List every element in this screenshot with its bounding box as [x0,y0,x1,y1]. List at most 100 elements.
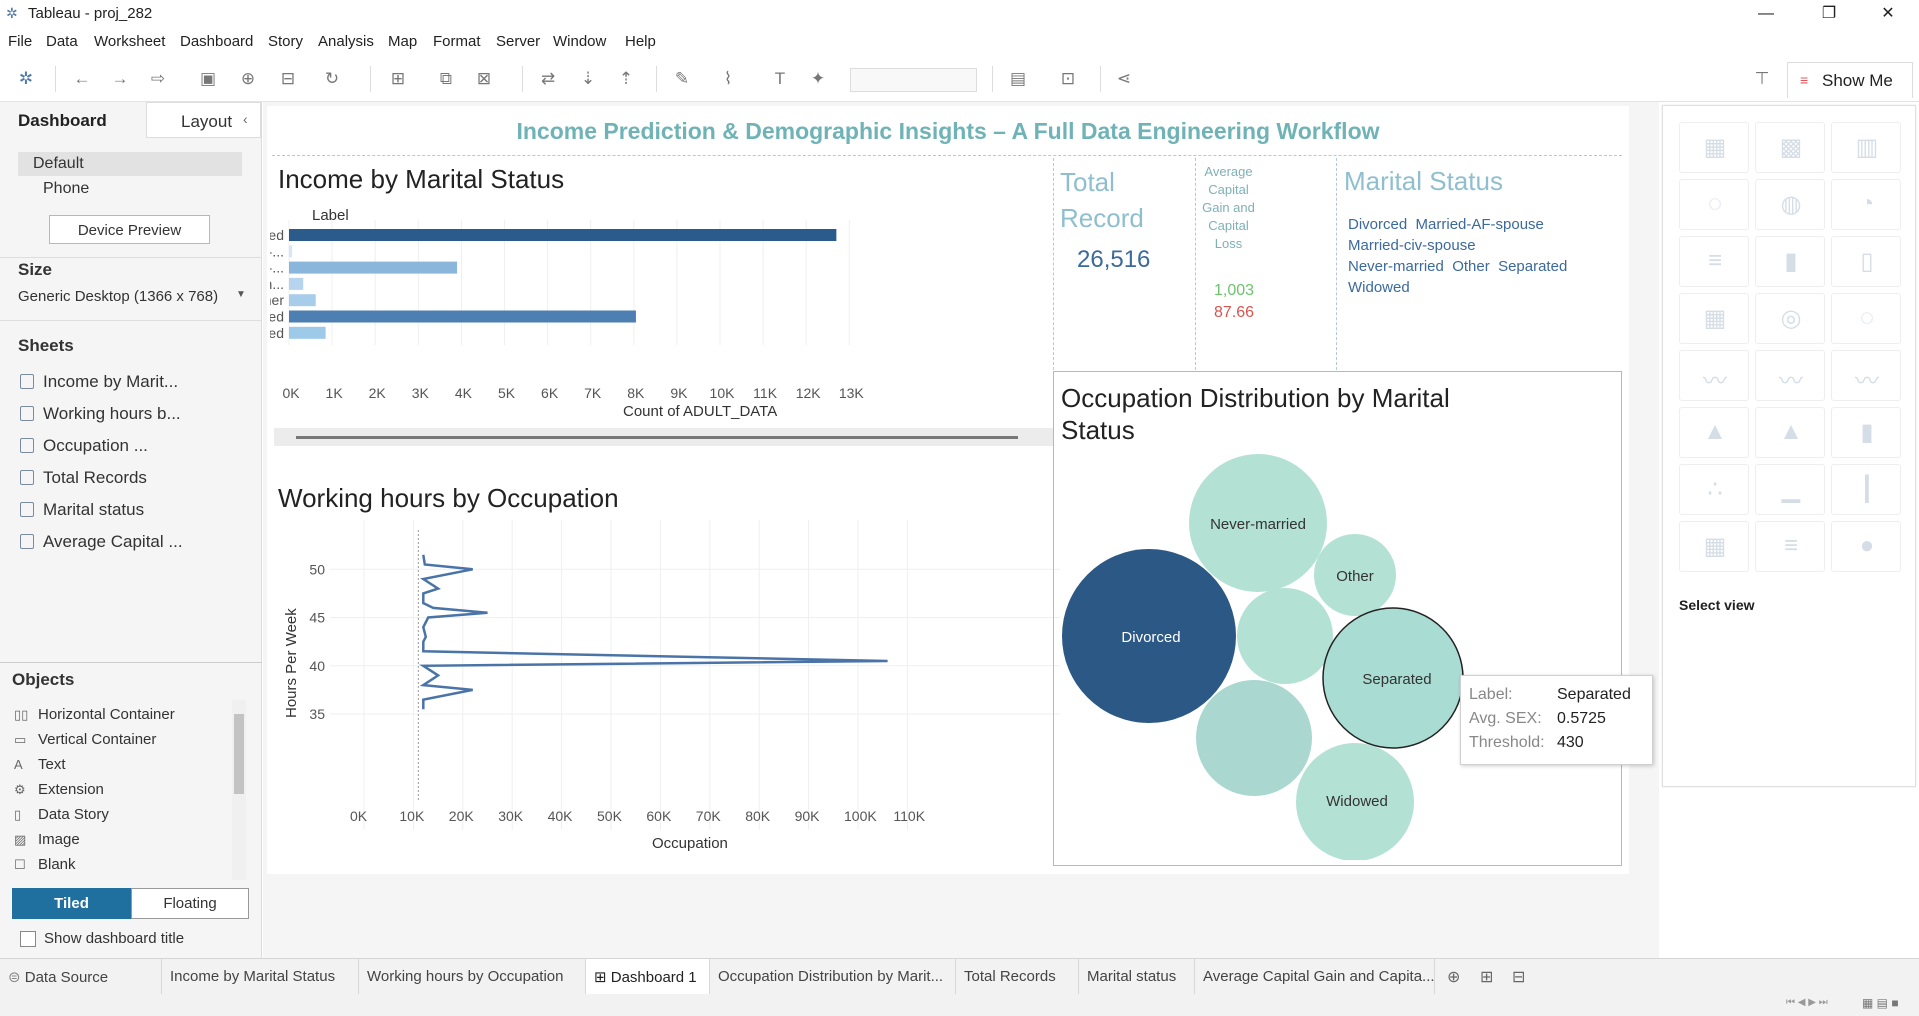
chart-type-option[interactable]: ▲ [1679,407,1749,458]
group-icon[interactable]: ⌇ [716,67,740,91]
menu-help[interactable]: Help [625,33,656,50]
legend-item[interactable]: Married-civ-spouse [1348,237,1476,254]
share-icon[interactable]: ⋖ [1112,67,1136,91]
object-blank[interactable]: ☐ Blank [14,856,76,873]
pause-updates-icon[interactable]: ⊟ [276,67,300,91]
menu-story[interactable]: Story [268,33,303,50]
sheet-item[interactable]: Total Records [20,468,147,488]
sheet-item[interactable]: Income by Marit... [20,372,178,392]
chart-type-option[interactable]: ▦ [1679,521,1749,572]
device-preview-button[interactable]: Device Preview [49,215,210,244]
device-default[interactable]: Default [18,152,242,176]
object-horizontal-container[interactable]: ▯▯ Horizontal Container [14,706,175,723]
horizontal-scrollbar[interactable] [274,428,1054,446]
object-vertical-container[interactable]: ▭ Vertical Container [14,731,156,748]
sort-desc-icon[interactable]: ⇡ [614,67,638,91]
device-phone[interactable]: Phone [43,180,89,198]
object-extension[interactable]: ⚙ Extension [14,781,104,798]
bar[interactable] [289,310,636,323]
legend-item[interactable]: Married-AF-spouse [1416,216,1544,233]
sheet-item[interactable]: Marital status [20,500,144,520]
restore-icon[interactable]: ❐ [1806,2,1852,26]
chevron-down-icon[interactable]: ▼ [236,289,246,300]
tab-income[interactable]: Income by Marital Status [162,959,359,995]
bubble-unlabeled[interactable] [1237,588,1333,684]
bar[interactable] [289,229,837,241]
chart-type-option[interactable]: ▥ [1831,122,1901,173]
chart-type-option[interactable]: ≡ [1679,236,1749,287]
chart-type-option[interactable]: ◔ [1831,179,1901,230]
new-sheet-tab-icon[interactable]: ⊕ [1447,967,1460,987]
tab-total-records[interactable]: Total Records [956,959,1079,995]
chart-type-option[interactable]: 〰 [1831,350,1901,401]
sort-asc-icon[interactable]: ⇣ [576,67,600,91]
legend-item[interactable]: Never-married [1348,258,1444,275]
menu-map[interactable]: Map [388,33,417,50]
object-image[interactable]: ▨ Image [14,831,80,848]
close-icon[interactable]: ✕ [1865,2,1911,26]
minimize-icon[interactable]: — [1743,2,1789,26]
new-datasource-icon[interactable]: ⊕ [236,67,260,91]
menu-dashboard[interactable]: Dashboard [180,33,253,50]
view-grid-icon[interactable]: ▦ ▤ ■ [1862,996,1899,1010]
chart-type-option[interactable]: ▦ [1679,293,1749,344]
chart-type-option[interactable]: ┃ [1831,464,1901,515]
show-me-button[interactable]: ≡ Show Me [1787,62,1913,98]
chart-type-option[interactable]: ▁ [1755,464,1825,515]
bar[interactable] [289,277,304,290]
bar[interactable] [289,261,458,274]
swap-icon[interactable]: ⇄ [536,67,560,91]
menu-analysis[interactable]: Analysis [318,33,374,50]
replay-icon[interactable]: ⇨ [146,67,170,91]
tab-working-hours[interactable]: Working hours by Occupation [359,959,586,995]
menu-data[interactable]: Data [46,33,78,50]
undo-icon[interactable]: ← [70,67,94,91]
menu-server[interactable]: Server [496,33,540,50]
new-dashboard-tab-icon[interactable]: ⊞ [1480,967,1493,987]
labels-icon[interactable]: T [768,67,792,91]
show-cards-icon[interactable]: ▤ [1006,67,1030,91]
save-icon[interactable]: ▣ [196,67,220,91]
chart-type-option[interactable]: ● [1831,521,1901,572]
bar[interactable] [289,326,326,339]
pin-icon[interactable]: ✦ [806,67,830,91]
chart-type-option[interactable]: ◍ [1755,179,1825,230]
show-title-checkbox[interactable] [20,931,36,947]
legend-item[interactable]: Divorced [1348,216,1407,233]
chart-type-option[interactable]: ◌ [1679,179,1749,230]
bar[interactable] [289,294,316,307]
occupation-bubble-chart[interactable]: Never-married Other Divorced Separated W… [1055,440,1615,860]
collapse-icon[interactable]: ‹ [243,111,248,127]
object-data-story[interactable]: ▯ Data Story [14,806,109,823]
chart-type-option[interactable]: 〰 [1755,350,1825,401]
objects-scrollbar[interactable] [232,700,246,880]
presentation-icon[interactable]: ⊡ [1056,67,1080,91]
chart-type-option[interactable]: ▦ [1679,122,1749,173]
chart-type-option[interactable]: ▯ [1831,236,1901,287]
chart-type-option[interactable]: ▲ [1755,407,1825,458]
hours-line-chart[interactable]: 0K 10K 20K 30K 40K 50K 60K 70K 80K 90K 100K 110K 50 4… [270,520,1060,860]
tab-layout[interactable]: Layout ‹ [146,102,261,138]
chart-type-option[interactable]: ◌ [1831,293,1901,344]
duplicate-icon[interactable]: ⧉ [434,67,458,91]
menu-window[interactable]: Window [553,33,606,50]
chart-type-option[interactable]: 〰 [1679,350,1749,401]
tab-dashboard[interactable]: Dashboard [0,102,146,138]
sheet-item[interactable]: Average Capital ... [20,532,183,552]
tab-data-source[interactable]: ⊜ Data Source [0,959,162,995]
income-bar-chart[interactable]: 0K 1K 2K 3K 4K 5K 6K 7K 8K 9K 10K 11K 12K 13K Divorced… [270,220,1052,430]
bar[interactable] [289,245,293,258]
tab-average-capital[interactable]: Average Capital Gain and Capita... [1195,959,1435,995]
bubble-unlabeled[interactable] [1196,680,1312,796]
tiled-button[interactable]: Tiled [12,888,131,919]
tab-marital-status[interactable]: Marital status [1079,959,1195,995]
scrollbar-thumb[interactable] [296,436,1018,439]
highlight-icon[interactable]: ✎ [670,67,694,91]
new-story-tab-icon[interactable]: ⊟ [1512,967,1525,987]
chart-type-option[interactable]: ▮ [1831,407,1901,458]
chart-type-option[interactable]: ◎ [1755,293,1825,344]
legend-item[interactable]: Separated [1498,258,1567,275]
refresh-icon[interactable]: ↻ [320,67,344,91]
fit-dropdown[interactable] [850,68,977,92]
chart-type-option[interactable]: ≡ [1755,521,1825,572]
